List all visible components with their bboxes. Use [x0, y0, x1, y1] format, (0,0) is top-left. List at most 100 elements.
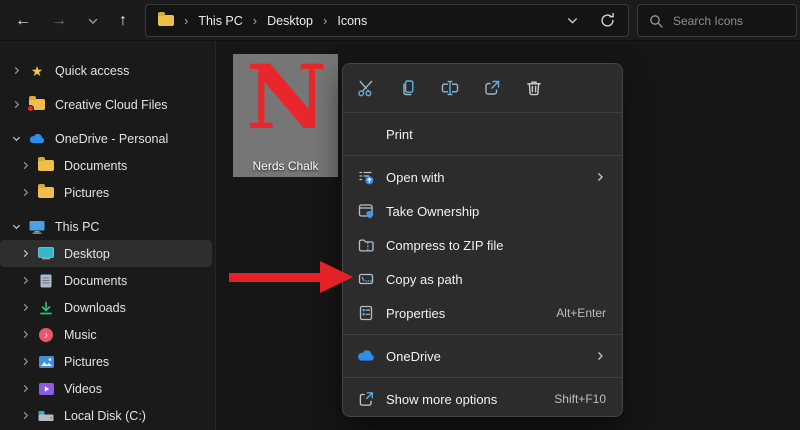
up-icon: ↑ — [119, 12, 127, 30]
chevron-right-icon[interactable] — [10, 66, 23, 75]
folder-icon — [158, 15, 174, 26]
back-icon: ← — [15, 12, 31, 30]
menu-item-label: OneDrive — [386, 349, 441, 364]
videos-icon — [37, 383, 55, 395]
context-menu: Print Open with Take Ownership Compress … — [342, 63, 623, 417]
breadcrumb-separator: › — [322, 13, 328, 28]
chevron-right-icon[interactable] — [19, 411, 32, 420]
music-icon: ♪ — [39, 328, 53, 342]
chevron-down-icon[interactable] — [10, 134, 23, 143]
breadcrumb-separator: › — [183, 13, 189, 28]
search-input[interactable]: Search Icons — [637, 4, 797, 37]
breadcrumb-this-pc[interactable]: This PC — [198, 14, 242, 28]
sidebar-item-label: Documents — [64, 274, 127, 288]
address-dropdown-button[interactable] — [566, 14, 579, 27]
sidebar-item-onedrive-personal[interactable]: OneDrive - Personal — [0, 125, 212, 152]
folder-icon — [38, 187, 54, 198]
back-button[interactable]: ← — [10, 0, 36, 41]
quick-actions-row — [343, 64, 622, 113]
menu-item-open-with[interactable]: Open with — [343, 160, 622, 194]
sidebar-item-local-disk-c[interactable]: Local Disk (C:) — [0, 402, 212, 429]
chevron-right-icon[interactable] — [19, 188, 32, 197]
submenu-chevron-icon — [594, 171, 606, 183]
show-more-options-icon — [356, 390, 376, 408]
sidebar-item-documents[interactable]: Documents — [0, 267, 212, 294]
menu-separator — [343, 377, 622, 378]
sidebar-item-music[interactable]: ♪ Music — [0, 321, 212, 348]
chevron-right-icon[interactable] — [19, 249, 32, 258]
shortcut-label: Alt+Enter — [556, 306, 606, 320]
copy-icon — [398, 78, 418, 98]
copy-button[interactable] — [387, 70, 429, 106]
menu-separator — [343, 334, 622, 335]
sidebar-item-downloads[interactable]: Downloads — [0, 294, 212, 321]
sidebar-item-label: Downloads — [64, 301, 126, 315]
menu-item-label: Properties — [386, 306, 445, 321]
chevron-right-icon[interactable] — [19, 384, 32, 393]
sidebar-item-creative-cloud-files[interactable]: Creative Cloud Files — [0, 91, 212, 118]
sidebar-item-videos[interactable]: Videos — [0, 375, 212, 402]
chevron-right-icon[interactable] — [10, 100, 23, 109]
sidebar-item-this-pc[interactable]: This PC — [0, 213, 212, 240]
chevron-down-icon — [87, 15, 99, 27]
menu-separator — [343, 155, 622, 156]
share-button[interactable] — [471, 70, 513, 106]
submenu-chevron-icon — [594, 350, 606, 362]
menu-item-label: Show more options — [386, 392, 497, 407]
chevron-right-icon[interactable] — [19, 276, 32, 285]
chevron-right-icon[interactable] — [19, 330, 32, 339]
menu-item-take-ownership[interactable]: Take Ownership — [343, 194, 622, 228]
share-icon — [482, 78, 502, 98]
sidebar-item-label: Local Disk (C:) — [64, 409, 146, 423]
sidebar-item-label: Videos — [64, 382, 102, 396]
file-name-label: Nerds Chalk — [252, 159, 318, 173]
menu-item-label: Copy as path — [386, 272, 463, 287]
forward-button[interactable]: → — [46, 0, 72, 41]
folder-icon — [38, 160, 54, 171]
cut-button[interactable] — [345, 70, 387, 106]
open-with-icon — [356, 168, 376, 186]
annotation-arrow — [229, 261, 353, 293]
nerds-chalk-logo: N — [246, 56, 324, 140]
menu-item-label: Take Ownership — [386, 204, 479, 219]
sidebar-item-onedrive-documents[interactable]: Documents — [0, 152, 212, 179]
sidebar-item-label: Quick access — [55, 64, 129, 78]
file-item-nerds-chalk[interactable]: N Nerds Chalk — [233, 54, 338, 177]
disk-icon — [37, 410, 55, 422]
up-button[interactable]: ↑ — [110, 0, 136, 41]
menu-item-onedrive[interactable]: OneDrive — [343, 339, 622, 373]
menu-item-copy-as-path[interactable]: Copy as path — [343, 262, 622, 296]
sidebar-item-onedrive-pictures[interactable]: Pictures — [0, 179, 212, 206]
delete-button[interactable] — [513, 70, 555, 106]
rename-button[interactable] — [429, 70, 471, 106]
menu-item-properties[interactable]: Properties Alt+Enter — [343, 296, 622, 330]
take-ownership-icon — [356, 202, 376, 220]
chevron-right-icon[interactable] — [19, 357, 32, 366]
menu-item-show-more-options[interactable]: Show more options Shift+F10 — [343, 382, 622, 416]
context-menu-items: Print Open with Take Ownership Compress … — [343, 113, 622, 416]
recent-locations-button[interactable] — [80, 0, 106, 41]
breadcrumb-separator: › — [252, 13, 258, 28]
breadcrumb-icons[interactable]: Icons — [337, 14, 367, 28]
zip-folder-icon — [356, 236, 376, 254]
chevron-down-icon[interactable] — [10, 222, 23, 231]
annotation-arrow-shaft — [229, 273, 322, 282]
sidebar-item-label: Desktop — [64, 247, 110, 261]
sidebar-item-label: OneDrive - Personal — [55, 132, 168, 146]
menu-item-label: Print — [386, 127, 413, 142]
sidebar-item-desktop[interactable]: Desktop — [0, 240, 212, 267]
menu-item-compress-to-zip[interactable]: Compress to ZIP file — [343, 228, 622, 262]
menu-item-print[interactable]: Print — [343, 117, 622, 151]
sidebar-item-quick-access[interactable]: ★ Quick access — [0, 57, 212, 84]
navigation-pane: ★ Quick access Creative Cloud Files OneD… — [0, 41, 216, 430]
refresh-button[interactable] — [599, 12, 616, 29]
chevron-right-icon[interactable] — [19, 161, 32, 170]
address-bar[interactable]: › This PC › Desktop › Icons — [145, 4, 629, 37]
desktop-icon — [37, 247, 55, 260]
breadcrumb-desktop[interactable]: Desktop — [267, 14, 313, 28]
monitor-icon — [28, 220, 46, 234]
cut-icon — [356, 78, 376, 98]
sidebar-item-pictures[interactable]: Pictures — [0, 348, 212, 375]
sidebar-item-label: Documents — [64, 159, 127, 173]
chevron-right-icon[interactable] — [19, 303, 32, 312]
